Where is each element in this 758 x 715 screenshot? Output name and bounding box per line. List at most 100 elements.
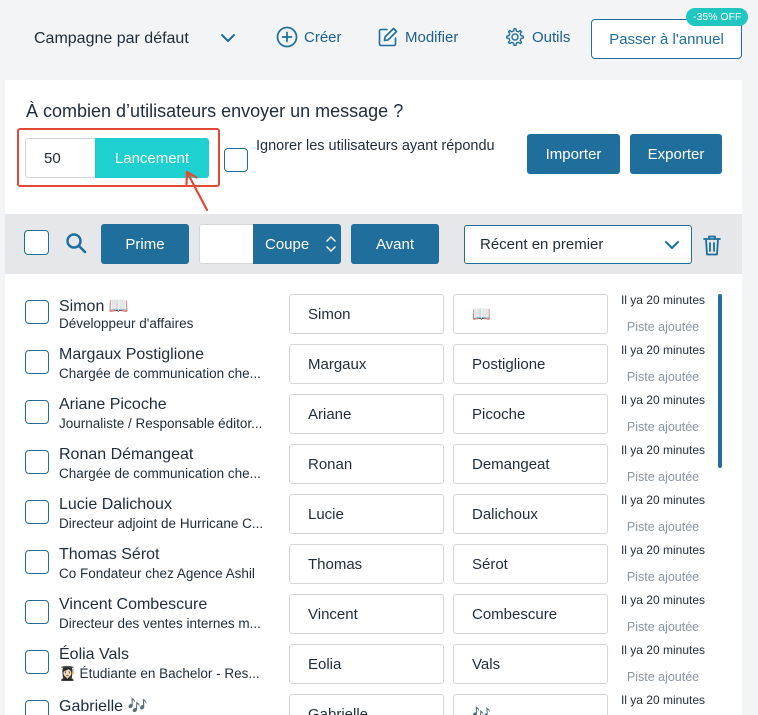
prime-button[interactable]: Prime [101,224,189,264]
lead-name: Lucie Dalichoux [59,496,172,513]
ignore-responded-label: Ignorer les utilisateurs ayant répondu [256,138,495,154]
campaign-label: Campagne par défaut [34,30,189,47]
row-checkbox[interactable] [25,450,49,474]
lead-list: Simon 📖 Développeur d'affaires Simon 📖 I… [5,294,742,715]
chevron-down-icon [221,34,235,42]
list-item: Thomas Sérot Co Fondateur chez Agence As… [5,544,742,594]
lead-title: Chargée de communication che... [59,366,261,381]
sort-select[interactable]: Récent en premier [464,225,692,264]
row-checkbox[interactable] [25,500,49,524]
first-name-field[interactable]: Vincent [289,594,444,634]
ignore-responded-checkbox[interactable] [224,148,248,172]
last-name-field[interactable]: Sérot [453,544,608,584]
last-name-field[interactable]: Dalichoux [453,494,608,534]
forward-button[interactable]: Avant [351,224,439,264]
lead-name: Vincent Combescure [59,596,208,613]
row-checkbox[interactable] [25,550,49,574]
top-bar: Campagne par défaut Créer Modifier Outil… [0,0,758,80]
first-name-field[interactable]: Simon [289,294,444,334]
create-label: Créer [304,28,342,46]
user-count-input[interactable] [25,138,95,178]
row-checkbox[interactable] [25,600,49,624]
tools-button[interactable]: Outils [504,26,570,48]
gear-icon [506,28,524,47]
last-name-field[interactable]: Demangeat [453,444,608,484]
send-question: À combien d’utilisateurs envoyer un mess… [26,101,404,121]
last-name-field[interactable]: 🎶 [453,694,608,715]
create-button[interactable]: Créer [276,26,342,48]
lead-status: Piste ajoutée [626,620,700,634]
edit-button[interactable]: Modifier [377,26,458,48]
first-name-field[interactable]: Ariane [289,394,444,434]
lead-title: Directeur adjoint de Hurricane C... [59,516,264,531]
lead-time: Il ya 20 minutes [620,493,706,507]
list-item: Ronan Démangeat Chargée de communication… [5,444,742,494]
lead-time: Il ya 20 minutes [620,693,706,707]
list-item: Gabrielle 🎶 Gabrielle 🎶 Il ya 20 minutes [5,694,742,715]
row-checkbox[interactable] [25,650,49,674]
lead-status: Piste ajoutée [626,570,700,584]
last-name-field[interactable]: Combescure [453,594,608,634]
tools-label: Outils [532,28,571,46]
list-item: Simon 📖 Développeur d'affaires Simon 📖 I… [5,294,742,344]
chevron-down-icon [665,241,679,249]
lead-status: Piste ajoutée [626,470,700,484]
last-name-field[interactable]: Vals [453,644,608,684]
first-name-field[interactable]: Thomas [289,544,444,584]
select-all-checkbox[interactable] [24,230,49,255]
lead-time: Il ya 20 minutes [620,543,706,557]
lead-name: Thomas Sérot [59,546,160,563]
plus-circle-icon [276,26,298,48]
lead-status: Piste ajoutée [626,370,700,384]
upgrade-label: Passer à l'annuel [609,30,724,48]
edit-label: Modifier [405,28,459,46]
discount-badge: -35% OFF [686,8,749,26]
cut-number-input[interactable] [199,224,253,264]
first-name-field[interactable]: Lucie [289,494,444,534]
lead-time: Il ya 20 minutes [620,294,706,307]
lead-title: Directeur des ventes internes m... [59,616,261,631]
first-name-field[interactable]: Eolia [289,644,444,684]
search-icon[interactable] [65,232,87,254]
lead-status: Piste ajoutée [626,320,700,334]
export-button[interactable]: Exporter [630,134,722,174]
list-item: Vincent Combescure Directeur des ventes … [5,594,742,644]
last-name-field[interactable]: Postiglione [453,344,608,384]
row-checkbox[interactable] [25,400,49,424]
lead-time: Il ya 20 minutes [620,393,706,407]
lead-title: 👩🏻‍🎓 Étudiante en Bachelor - Res... [59,666,260,681]
last-name-field[interactable]: 📖 [453,294,608,334]
list-toolbar: Prime Coupe Avant Récent en premier [5,214,742,274]
list-item: Lucie Dalichoux Directeur adjoint de Hur… [5,494,742,544]
lead-title: Chargée de communication che... [59,466,261,481]
import-button[interactable]: Importer [527,134,620,174]
main-panel: À combien d’utilisateurs envoyer un mess… [5,80,742,715]
cut-label: Coupe [265,235,310,253]
row-checkbox[interactable] [25,700,49,715]
row-checkbox[interactable] [25,350,49,374]
arrow-icon [185,170,209,212]
trash-icon[interactable] [701,233,723,257]
lead-name: Ariane Picoche [59,396,167,413]
lead-title: Développeur d'affaires [59,316,194,331]
first-name-field[interactable]: Ronan [289,444,444,484]
row-checkbox[interactable] [25,300,49,324]
lead-status: Piste ajoutée [626,670,700,684]
list-scrollbar[interactable] [718,294,722,468]
lead-name: Margaux Postiglione [59,346,204,363]
lead-time: Il ya 20 minutes [620,443,706,457]
lead-time: Il ya 20 minutes [620,343,706,357]
last-name-field[interactable]: Picoche [453,394,608,434]
stepper-icon [326,236,336,252]
list-item: Margaux Postiglione Chargée de communica… [5,344,742,394]
first-name-field[interactable]: Margaux [289,344,444,384]
lead-title: Journaliste / Responsable éditor... [59,416,263,431]
lead-title: Co Fondateur chez Agence Ashil [59,566,255,581]
lead-time: Il ya 20 minutes [620,643,706,657]
first-name-field[interactable]: Gabrielle [289,694,444,715]
lead-name: Éolia Vals [59,646,129,663]
lead-status: Piste ajoutée [626,420,700,434]
lead-name: Gabrielle 🎶 [59,698,148,715]
cut-button[interactable]: Coupe [253,224,341,264]
campaign-selector[interactable]: Campagne par défaut [34,30,235,48]
